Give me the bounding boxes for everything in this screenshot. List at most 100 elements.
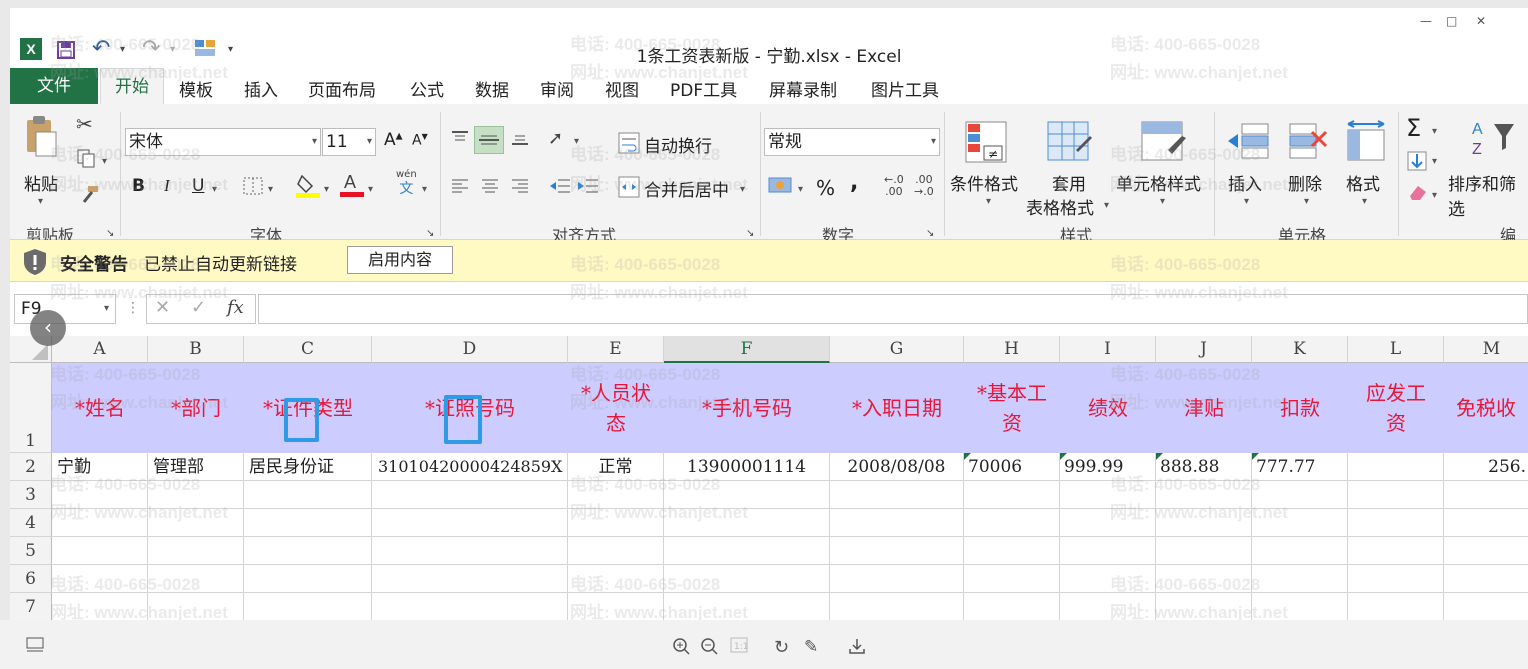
clear-icon[interactable]	[1406, 182, 1428, 206]
grow-font-button[interactable]: A▲	[384, 130, 403, 150]
cut-icon[interactable]: ✂	[76, 112, 93, 136]
row-header-6[interactable]: 6	[10, 565, 52, 593]
cell-styles-dropdown-icon[interactable]: ▾	[1160, 196, 1165, 207]
header-cell-allowance[interactable]: 津贴	[1156, 363, 1252, 453]
column-header-d[interactable]: D	[372, 336, 568, 363]
increase-indent-icon[interactable]	[576, 176, 600, 200]
sort-filter-button[interactable]: 排序和筛选	[1448, 170, 1528, 220]
shrink-font-button[interactable]: A▼	[412, 132, 428, 149]
merge-center-icon[interactable]	[618, 176, 640, 202]
close-icon[interactable]: ✕	[1476, 14, 1486, 28]
header-cell-gross-pay[interactable]: 应发工资	[1348, 363, 1444, 453]
chevron-down-icon[interactable]: ▾	[367, 129, 372, 155]
number-format-combo[interactable]: 常规 ▾	[764, 128, 940, 156]
autosum-dropdown-icon[interactable]: ▾	[1432, 126, 1437, 137]
border-icon[interactable]	[242, 176, 264, 200]
increase-decimal-icon[interactable]: ←.0.00	[884, 174, 904, 198]
font-size-combo[interactable]: 11 ▾	[322, 128, 376, 156]
cell-i2[interactable]: 999.99	[1060, 453, 1156, 481]
column-header-g[interactable]: G	[830, 336, 964, 363]
chevron-down-icon[interactable]: ▾	[104, 295, 109, 323]
column-header-i[interactable]: I	[1060, 336, 1156, 363]
column-header-k[interactable]: K	[1252, 336, 1348, 363]
cell-j2[interactable]: 888.88	[1156, 453, 1252, 481]
row-header-3[interactable]: 3	[10, 481, 52, 509]
enable-content-button[interactable]: 启用内容	[347, 246, 453, 274]
format-as-table-line1[interactable]: 套用	[1052, 170, 1086, 195]
header-cell-dept[interactable]: *部门	[148, 363, 244, 453]
format-as-table-icon[interactable]	[1046, 120, 1092, 168]
menu-data[interactable]: 数据	[475, 76, 509, 101]
currency-dropdown-icon[interactable]: ▾	[798, 184, 803, 195]
minimize-icon[interactable]: —	[1420, 14, 1432, 28]
cell-styles-icon[interactable]	[1140, 120, 1186, 168]
row-header-1[interactable]: 1	[10, 363, 52, 453]
align-top-icon[interactable]	[450, 128, 470, 152]
column-header-h[interactable]: H	[964, 336, 1060, 363]
column-header-j[interactable]: J	[1156, 336, 1252, 363]
align-center-icon[interactable]	[480, 176, 500, 200]
menu-screen-record[interactable]: 屏幕录制	[769, 76, 837, 101]
format-as-table-line2[interactable]: 表格格式	[1026, 194, 1094, 219]
align-middle-icon[interactable]	[474, 126, 504, 154]
header-cell-join-date[interactable]: *入职日期	[830, 363, 964, 453]
cell-l2[interactable]	[1348, 453, 1444, 481]
conditional-format-button[interactable]: 条件格式	[950, 170, 1018, 195]
menu-review[interactable]: 审阅	[540, 76, 574, 101]
phonetic-dropdown-icon[interactable]: ▾	[422, 184, 427, 195]
insert-function-icon[interactable]: fx	[227, 297, 244, 318]
bold-button[interactable]: B	[132, 176, 145, 196]
delete-cells-icon[interactable]	[1286, 120, 1330, 168]
delete-cells-dropdown-icon[interactable]: ▾	[1304, 196, 1309, 207]
decrease-decimal-icon[interactable]: .00 →.0	[914, 174, 934, 198]
column-header-b[interactable]: B	[148, 336, 244, 363]
fill-color-icon[interactable]	[296, 172, 320, 202]
fill-icon[interactable]	[1406, 150, 1428, 176]
cell-m2[interactable]: 256.	[1444, 453, 1528, 481]
insert-cells-icon[interactable]	[1226, 120, 1270, 168]
maximize-icon[interactable]: □	[1446, 14, 1457, 28]
insert-cells-button[interactable]: 插入	[1228, 170, 1262, 195]
enter-icon[interactable]: ✓	[191, 297, 206, 318]
column-header-a[interactable]: A	[52, 336, 148, 363]
column-header-l[interactable]: L	[1348, 336, 1444, 363]
insert-cells-dropdown-icon[interactable]: ▾	[1244, 196, 1249, 207]
font-launcher-icon[interactable]: ↘	[426, 228, 434, 239]
copy-icon[interactable]	[76, 148, 96, 172]
phonetic-icon[interactable]: wén 文	[396, 168, 417, 196]
menu-template[interactable]: 模板	[179, 76, 213, 101]
download-icon[interactable]	[848, 637, 866, 660]
menu-view[interactable]: 视图	[605, 76, 639, 101]
fill-dropdown-icon[interactable]: ▾	[1432, 156, 1437, 167]
rotate-icon[interactable]: ↻	[774, 637, 789, 658]
border-dropdown-icon[interactable]: ▾	[268, 184, 273, 195]
menu-picture-tools[interactable]: 图片工具	[871, 76, 939, 101]
fill-color-dropdown-icon[interactable]: ▾	[324, 184, 329, 195]
sort-filter-icon[interactable]: AZ	[1470, 118, 1516, 162]
wrap-text-icon[interactable]	[618, 132, 640, 158]
cell-k2[interactable]: 777.77	[1252, 453, 1348, 481]
decrease-indent-icon[interactable]	[548, 176, 572, 200]
format-cells-icon[interactable]	[1344, 120, 1388, 168]
paste-dropdown-icon[interactable]: ▾	[38, 196, 43, 207]
number-launcher-icon[interactable]: ↘	[926, 228, 934, 239]
clipboard-launcher-icon[interactable]: ↘	[106, 228, 114, 239]
row-header-4[interactable]: 4	[10, 509, 52, 537]
header-cell-name[interactable]: *姓名	[52, 363, 148, 453]
column-header-m[interactable]: M	[1444, 336, 1528, 363]
menu-home[interactable]: 开始	[100, 68, 164, 105]
conditional-format-icon[interactable]: ≠	[964, 120, 1008, 168]
format-painter-icon[interactable]	[78, 184, 100, 210]
comma-button[interactable]: ,	[850, 170, 858, 195]
column-header-c[interactable]: C	[244, 336, 372, 363]
alignment-launcher-icon[interactable]: ↘	[746, 228, 754, 239]
cell-f2[interactable]: 13900001114	[664, 453, 830, 481]
header-cell-status[interactable]: *人员状态	[568, 363, 664, 453]
align-right-icon[interactable]	[510, 176, 530, 200]
actual-size-icon[interactable]: 1:1	[730, 637, 748, 658]
cell-a2[interactable]: 宁勤	[52, 453, 148, 481]
edit-icon[interactable]: ✎	[804, 637, 818, 657]
merge-center-button[interactable]: 合并后居中	[644, 176, 729, 201]
underline-dropdown-icon[interactable]: ▾	[212, 184, 217, 195]
zoom-out-icon[interactable]	[700, 637, 718, 660]
